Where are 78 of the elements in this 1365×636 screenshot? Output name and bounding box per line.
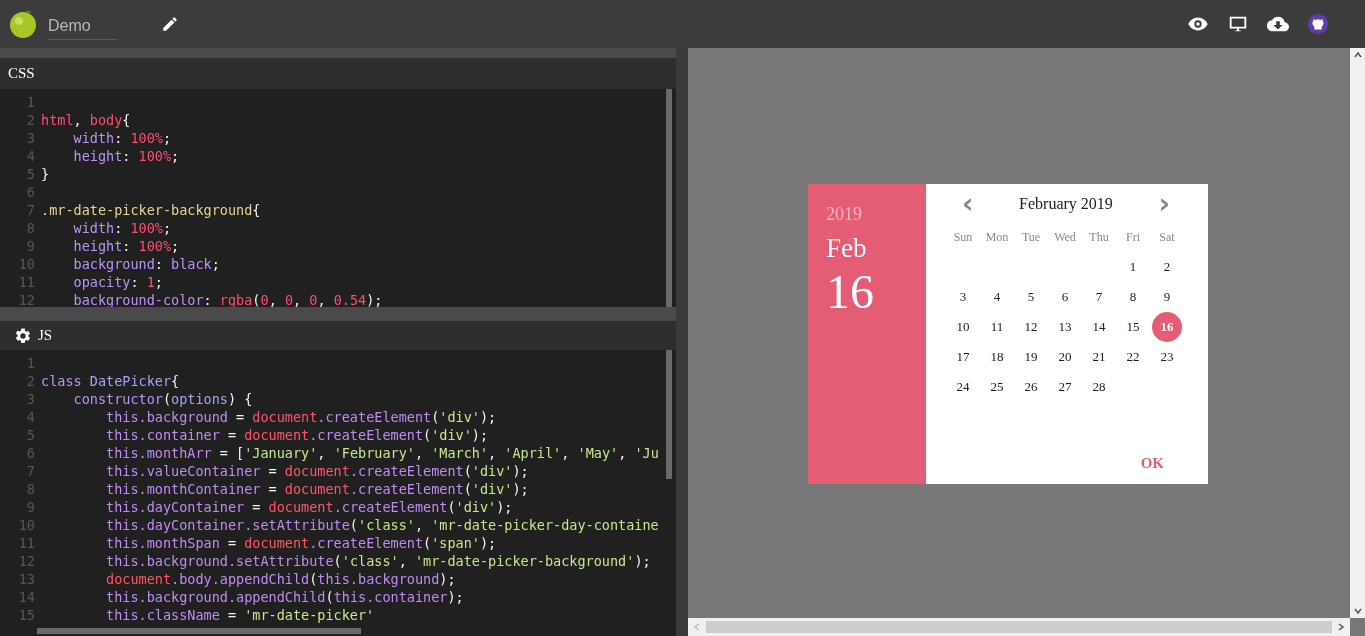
day-cell[interactable]: 24 [948, 372, 978, 402]
code-line: height: 100%; [72, 237, 180, 255]
day-cell[interactable]: 28 [1084, 372, 1114, 402]
day-cell[interactable]: 20 [1050, 342, 1080, 372]
day-cell[interactable]: 12 [1016, 312, 1046, 342]
code-line: this.background.appendChild(this.container); [105, 588, 464, 606]
day-cell[interactable]: 11 [982, 312, 1012, 342]
code-line: this.dayContainer.setAttribute('class', 'mr-date-picker-day-containe [105, 516, 659, 534]
pencil-icon[interactable] [160, 15, 179, 33]
weekday-label: Tue [1021, 229, 1041, 245]
day-cell[interactable]: 26 [1016, 372, 1046, 402]
weekday-label: Mon [985, 229, 1009, 245]
scroll-right-icon[interactable] [1336, 622, 1346, 632]
day-cell[interactable]: 23 [1152, 342, 1182, 372]
day-cell[interactable]: 6 [1050, 282, 1080, 312]
day-cell[interactable]: 25 [982, 372, 1012, 402]
scrollbar[interactable] [666, 89, 672, 307]
day-cell[interactable]: 14 [1084, 312, 1114, 342]
code-line: this.background = document.createElement('div'); [105, 408, 497, 426]
day-cell[interactable]: 19 [1016, 342, 1046, 372]
scrollbar[interactable] [666, 350, 672, 479]
scroll-up-icon[interactable] [1352, 50, 1363, 60]
day-cell[interactable]: 21 [1084, 342, 1114, 372]
day-cell[interactable]: 10 [948, 312, 978, 342]
day-cell[interactable]: 22 [1118, 342, 1148, 372]
code-line: this.container = document.createElement('div'); [105, 426, 489, 444]
code-line: background: black; [72, 255, 220, 273]
code-line: constructor(options) { [72, 390, 253, 408]
project-title[interactable]: Demo [48, 12, 117, 40]
month-title: February 2019 [1019, 195, 1113, 213]
day-cell[interactable]: 27 [1050, 372, 1080, 402]
code-line: this.dayContainer = document.createElement('div'); [105, 498, 513, 516]
panel-title: JS [38, 327, 53, 344]
scroll-down-icon[interactable] [1352, 606, 1363, 616]
day-cell[interactable]: 4 [982, 282, 1012, 312]
day-cell[interactable]: 7 [1084, 282, 1114, 312]
scrollbar[interactable] [1350, 48, 1365, 618]
day-cell[interactable]: 1 [1118, 252, 1148, 282]
code-line: opacity: 1; [72, 273, 163, 291]
weekday-label: Sat [1159, 229, 1175, 245]
day-cell[interactable]: 3 [948, 282, 978, 312]
code-line: .mr-date-picker-background{ [41, 201, 261, 219]
selected-day: 16 [826, 268, 874, 316]
code-line: this.monthArr = ['January', 'February', 'March', 'April', 'May', 'Ju [105, 444, 659, 462]
day-cell[interactable]: 15 [1118, 312, 1148, 342]
weekday-label: Sun [953, 229, 973, 245]
code-line: html, body{ [41, 111, 131, 129]
day-cell[interactable]: 13 [1050, 312, 1080, 342]
panel-title: CSS [8, 65, 35, 82]
day-cell[interactable]: 2 [1152, 252, 1182, 282]
weekday-label: Fri [1126, 229, 1140, 245]
scrollbar[interactable] [688, 618, 1350, 636]
code-line: height: 100%; [72, 147, 180, 165]
code-line: document.body.appendChild(this.background); [105, 570, 456, 588]
code-line: this.valueContainer = document.createElement('div'); [105, 462, 529, 480]
code-line: width: 100%; [72, 219, 172, 237]
day-cell[interactable]: 5 [1016, 282, 1046, 312]
day-cell[interactable]: 18 [982, 342, 1012, 372]
day-cell[interactable]: 17 [948, 342, 978, 372]
next-month-button[interactable]: › [1156, 193, 1172, 215]
code-line: this.background.setAttribute('class', 'mr-date-picker-background'); [105, 552, 651, 570]
code-line: this.className = 'mr-date-picker' [105, 606, 375, 624]
code-line: this.monthSpan = document.createElement('span'); [105, 534, 497, 552]
day-cell[interactable]: 8 [1118, 282, 1148, 312]
settings-icon[interactable] [14, 326, 32, 345]
code-line: } [41, 165, 50, 183]
weekday-label: Wed [1054, 229, 1076, 245]
code-line: width: 100%; [72, 129, 172, 147]
selected-month: Feb [826, 233, 867, 264]
code-line: class DatePicker{ [41, 372, 180, 390]
selected-year: 2019 [826, 204, 862, 225]
day-cell[interactable]: 9 [1152, 282, 1182, 312]
code-line: this.monthContainer = document.createElement('div'); [105, 480, 529, 498]
lime-icon [8, 9, 38, 39]
weekday-label: Thu [1089, 229, 1109, 245]
scrollbar[interactable] [37, 628, 361, 634]
previous-month-button[interactable]: ‹ [960, 193, 976, 215]
github-icon[interactable] [1307, 13, 1329, 35]
